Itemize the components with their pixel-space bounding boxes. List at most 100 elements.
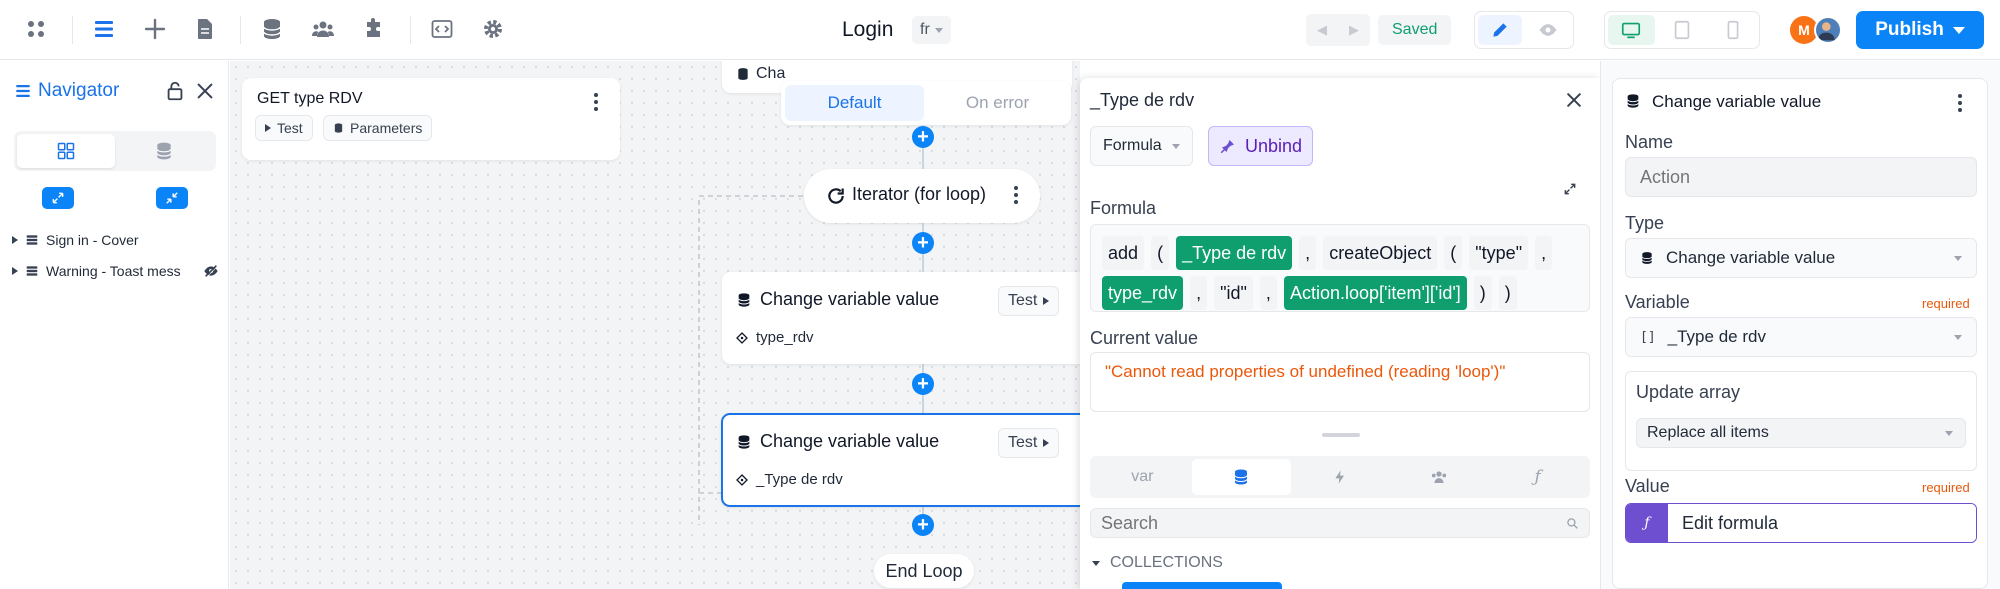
update-array-select[interactable]: Replace all items bbox=[1636, 418, 1966, 448]
add-step-button[interactable]: + bbox=[912, 373, 934, 395]
language-select[interactable]: fr bbox=[912, 16, 951, 44]
action-title: Change variable value bbox=[1652, 92, 1822, 111]
formula-token[interactable]: , bbox=[1299, 236, 1317, 270]
close-icon[interactable] bbox=[194, 80, 216, 102]
unbind-button[interactable]: Unbind bbox=[1208, 126, 1314, 166]
tree-item[interactable]: Warning - Toast mess bbox=[12, 260, 188, 282]
formula-variable-token[interactable]: _Type de rdv bbox=[1176, 236, 1293, 270]
lock-icon[interactable] bbox=[164, 80, 186, 102]
page-title[interactable]: Login bbox=[842, 18, 893, 42]
parameters-button[interactable]: Parameters bbox=[323, 115, 433, 141]
formula-token[interactable]: "id" bbox=[1214, 276, 1253, 310]
undo-icon[interactable]: ◀ bbox=[1306, 14, 1338, 46]
test-button[interactable]: Test bbox=[998, 286, 1060, 316]
name-field[interactable] bbox=[1625, 157, 1977, 197]
loop-icon bbox=[828, 188, 844, 204]
desktop-icon bbox=[1622, 22, 1641, 39]
change-variable-card[interactable]: Change variable value Test type_rdv bbox=[722, 272, 1080, 364]
caret-right-icon[interactable] bbox=[12, 267, 18, 275]
code-icon[interactable] bbox=[428, 15, 456, 43]
add-step-button[interactable]: + bbox=[912, 232, 934, 254]
database-icon[interactable] bbox=[258, 15, 286, 43]
end-loop-node[interactable]: End Loop bbox=[874, 554, 974, 588]
tree-item-label: Sign in - Cover bbox=[46, 232, 139, 248]
formula-token[interactable]: , bbox=[1535, 236, 1553, 270]
tablet-button[interactable] bbox=[1659, 15, 1706, 45]
plugin-icon[interactable] bbox=[360, 15, 388, 43]
formula-token[interactable]: ( bbox=[1151, 236, 1170, 270]
change-variable-card-selected[interactable]: Change variable value Test _Type de rdv bbox=[721, 413, 1080, 507]
database-icon bbox=[334, 123, 343, 133]
test-button[interactable]: Test bbox=[255, 115, 313, 141]
add-step-button[interactable]: + bbox=[912, 514, 934, 536]
expand-all-button[interactable] bbox=[42, 187, 74, 209]
more-options-icon[interactable] bbox=[1014, 186, 1018, 207]
formula-token[interactable]: , bbox=[1259, 276, 1277, 310]
collection-item[interactable] bbox=[1122, 582, 1282, 589]
close-icon[interactable] bbox=[1564, 90, 1584, 110]
edit-formula-label: Edit formula bbox=[1668, 504, 1976, 542]
name-input[interactable] bbox=[1640, 166, 1962, 188]
expand-icon[interactable] bbox=[1563, 182, 1577, 196]
formula-line: type_rdv , "id" , Action.loop['item']['i… bbox=[1101, 273, 1579, 313]
chevron-down-icon bbox=[1954, 334, 1962, 340]
formula-token[interactable]: createObject bbox=[1323, 236, 1438, 270]
formula-token[interactable]: ) bbox=[1498, 276, 1517, 310]
formula-token[interactable]: add bbox=[1102, 236, 1145, 270]
bind-mode-select[interactable]: Formula bbox=[1090, 126, 1193, 166]
variable-select[interactable]: [] _Type de rdv bbox=[1625, 317, 1977, 357]
search-box[interactable] bbox=[1090, 508, 1590, 538]
mobile-button[interactable] bbox=[1709, 15, 1756, 45]
resize-handle[interactable] bbox=[1322, 433, 1360, 437]
more-options-icon[interactable] bbox=[594, 93, 598, 114]
eye-off-icon[interactable] bbox=[202, 263, 220, 279]
caret-right-icon[interactable] bbox=[12, 236, 18, 244]
search-input[interactable] bbox=[1101, 512, 1566, 534]
test-button[interactable]: Test bbox=[998, 428, 1060, 458]
add-step-button[interactable]: + bbox=[912, 126, 934, 148]
layers-icon[interactable] bbox=[90, 15, 118, 43]
grid-icon[interactable] bbox=[22, 15, 50, 43]
chevron-down-icon bbox=[1954, 255, 1962, 261]
value-formula-field[interactable]: ƒ Edit formula bbox=[1625, 503, 1977, 543]
publish-button[interactable]: Publish bbox=[1856, 11, 1984, 49]
users-icon[interactable] bbox=[309, 15, 337, 43]
formula-token[interactable]: "type" bbox=[1469, 236, 1529, 270]
formula-variable-token[interactable]: Action.loop['item']['id'] bbox=[1283, 276, 1467, 310]
desktop-button[interactable] bbox=[1608, 15, 1655, 45]
iterator-node[interactable]: Iterator (for loop) bbox=[804, 169, 1040, 223]
pencil-icon bbox=[1493, 23, 1507, 37]
formula-token[interactable]: ) bbox=[1473, 276, 1492, 310]
tree-item[interactable]: Sign in - Cover bbox=[12, 229, 139, 251]
type-select[interactable]: Change variable value bbox=[1625, 238, 1977, 278]
tab-data[interactable] bbox=[115, 134, 213, 168]
collapse-all-button[interactable] bbox=[156, 187, 188, 209]
formula-token[interactable]: ( bbox=[1444, 236, 1463, 270]
tab-variables[interactable]: var bbox=[1093, 459, 1192, 495]
formula-token[interactable]: , bbox=[1190, 276, 1208, 310]
redo-icon[interactable]: ▶ bbox=[1338, 14, 1370, 46]
tab-functions[interactable]: ƒ bbox=[1488, 459, 1587, 495]
tab-default[interactable]: Default bbox=[785, 85, 924, 121]
tab-users[interactable] bbox=[1389, 459, 1488, 495]
settings-icon[interactable] bbox=[479, 15, 507, 43]
tab-on-error[interactable]: On error bbox=[928, 85, 1067, 121]
page-icon[interactable] bbox=[191, 15, 219, 43]
tab-workflows[interactable] bbox=[1291, 459, 1390, 495]
grid-icon bbox=[57, 142, 75, 160]
preview-mode-button[interactable] bbox=[1526, 15, 1570, 45]
card-title: GET type RDV bbox=[257, 90, 363, 107]
workflow-canvas[interactable]: GET type RDV Test Parameters Cha Default… bbox=[230, 61, 1080, 589]
formula-variable-token[interactable]: type_rdv bbox=[1102, 276, 1184, 310]
plus-icon[interactable] bbox=[141, 15, 169, 43]
collections-header[interactable]: COLLECTIONS bbox=[1092, 554, 1223, 572]
required-badge: required bbox=[1922, 480, 1970, 495]
more-options-icon[interactable] bbox=[1958, 94, 1962, 115]
api-call-card[interactable]: GET type RDV Test Parameters bbox=[242, 78, 620, 160]
tablet-icon bbox=[1674, 20, 1690, 40]
edit-mode-button[interactable] bbox=[1478, 15, 1522, 45]
tab-collections[interactable] bbox=[1191, 459, 1291, 495]
tab-elements[interactable] bbox=[17, 134, 115, 168]
formula-editor[interactable]: add ( _Type de rdv , createObject ( "typ… bbox=[1090, 224, 1590, 312]
avatar-photo[interactable] bbox=[1814, 16, 1842, 44]
